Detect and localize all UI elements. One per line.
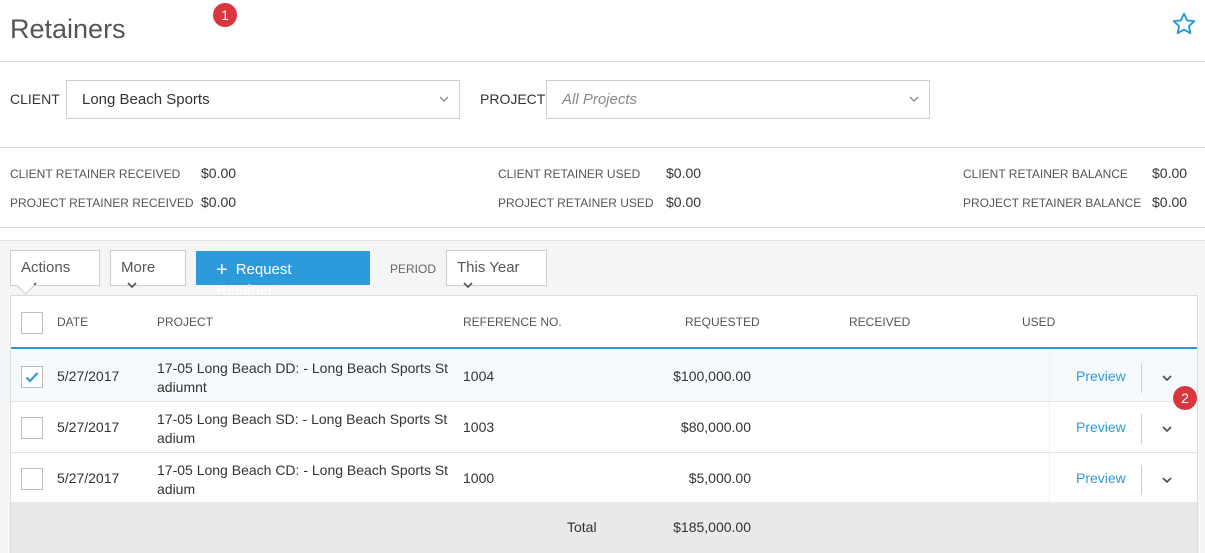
preview-link[interactable]: Preview: [1076, 470, 1126, 486]
row-requested: $80,000.00: [680, 419, 751, 435]
project-select-placeholder: All Projects: [562, 91, 638, 108]
project-retainer-used-label: PROJECT RETAINER USED: [498, 196, 654, 210]
column-project[interactable]: PROJECT: [157, 315, 213, 329]
chevron-down-icon: [127, 282, 137, 289]
table-row[interactable]: 5/27/2017 17-05 Long Beach SD: - Long Be…: [11, 402, 1197, 453]
retainers-table: DATE PROJECT REFERENCE NO. REQUESTED REC…: [10, 295, 1198, 553]
annotation-badge-1: 1: [213, 3, 237, 27]
client-label: CLIENT: [10, 91, 60, 107]
request-retainer-button[interactable]: + Request Retainer: [196, 251, 370, 299]
client-retainer-balance-label: CLIENT RETAINER BALANCE: [963, 167, 1128, 181]
client-retainer-balance-value: $0.00: [1152, 165, 1188, 181]
column-received[interactable]: RECEIVED: [849, 315, 910, 329]
row-checkbox[interactable]: [21, 417, 43, 439]
table-row[interactable]: 5/27/2017 17-05 Long Beach DD: - Long Be…: [11, 351, 1197, 402]
chevron-down-icon[interactable]: [1161, 372, 1173, 384]
period-select[interactable]: This Year: [446, 250, 547, 289]
star-icon[interactable]: [1171, 11, 1197, 37]
annotation-badge-2: 2: [1173, 386, 1197, 410]
select-all-checkbox[interactable]: [21, 312, 43, 334]
project-retainer-received-label: PROJECT RETAINER RECEIVED: [10, 196, 194, 210]
project-retainer-used-value: $0.00: [666, 194, 702, 210]
filter-bar: CLIENT Long Beach Sports PROJECT All Pro…: [0, 62, 1205, 148]
project-select[interactable]: All Projects: [546, 80, 930, 119]
row-project: 17-05 Long Beach DD: - Long Beach Sports…: [157, 360, 449, 395]
action-divider: [1141, 414, 1142, 444]
project-retainer-balance-value: $0.00: [1152, 194, 1188, 210]
row-checkbox[interactable]: [21, 366, 43, 388]
client-select[interactable]: Long Beach Sports: [66, 80, 460, 119]
retainer-summary: CLIENT RETAINER RECEIVED $0.00 PROJECT R…: [0, 148, 1205, 228]
client-retainer-used-label: CLIENT RETAINER USED: [498, 167, 641, 181]
column-divider: [1049, 453, 1050, 504]
more-button[interactable]: More: [110, 250, 186, 289]
total-requested: $185,000.00: [673, 519, 751, 535]
row-date: 5/27/2017: [57, 470, 120, 486]
chevron-down-icon: [439, 96, 449, 102]
column-divider: [1049, 402, 1050, 453]
chevron-down-icon: [909, 96, 919, 102]
row-project: 17-05 Long Beach CD: - Long Beach Sports…: [157, 462, 449, 497]
row-date: 5/27/2017: [57, 419, 120, 435]
chevron-down-icon: [27, 282, 37, 289]
actions-button-label: Actions: [21, 259, 71, 276]
column-requested[interactable]: REQUESTED: [685, 315, 760, 329]
preview-link[interactable]: Preview: [1076, 368, 1126, 384]
total-row: Total $185,000.00: [11, 502, 1197, 553]
client-retainer-received-label: CLIENT RETAINER RECEIVED: [10, 167, 181, 181]
project-retainer-received-value: $0.00: [201, 194, 237, 210]
chevron-down-icon[interactable]: [1161, 474, 1173, 486]
table-row[interactable]: 5/27/2017 17-05 Long Beach CD: - Long Be…: [11, 453, 1197, 504]
column-date[interactable]: DATE: [57, 315, 88, 329]
row-reference: 1000: [463, 470, 495, 486]
checkmark-icon: [25, 372, 39, 383]
total-label: Total: [567, 519, 597, 535]
row-checkbox[interactable]: [21, 468, 43, 490]
column-divider: [1049, 351, 1050, 402]
action-divider: [1141, 363, 1142, 393]
more-button-label: More: [121, 259, 156, 276]
row-requested: $5,000.00: [688, 470, 751, 486]
row-reference: 1004: [463, 368, 495, 384]
column-reference[interactable]: REFERENCE NO.: [463, 315, 562, 329]
action-divider: [1141, 465, 1142, 495]
row-reference: 1003: [463, 419, 495, 435]
retainers-content: Actions More + Request Retainer PERIOD Th…: [0, 240, 1205, 553]
row-date: 5/27/2017: [57, 368, 120, 384]
client-retainer-used-value: $0.00: [666, 165, 702, 181]
chevron-down-icon: [463, 282, 473, 289]
table-header: DATE PROJECT REFERENCE NO. REQUESTED REC…: [11, 296, 1197, 349]
page-header: Retainers 1: [0, 0, 1205, 62]
client-retainer-received-value: $0.00: [201, 165, 237, 181]
chevron-down-icon[interactable]: [1161, 423, 1173, 435]
row-requested: $100,000.00: [673, 368, 751, 384]
row-project: 17-05 Long Beach SD: - Long Beach Sports…: [157, 411, 448, 446]
plus-icon: +: [216, 259, 228, 281]
period-select-value: This Year: [457, 259, 520, 276]
page-title: Retainers: [10, 14, 126, 44]
preview-link[interactable]: Preview: [1076, 419, 1126, 435]
period-label: PERIOD: [390, 262, 437, 276]
project-label: PROJECT: [480, 91, 546, 107]
column-used[interactable]: USED: [1022, 315, 1055, 329]
project-retainer-balance-label: PROJECT RETAINER BALANCE: [963, 196, 1142, 210]
client-select-value: Long Beach Sports: [82, 91, 210, 108]
actions-button[interactable]: Actions: [10, 250, 100, 289]
